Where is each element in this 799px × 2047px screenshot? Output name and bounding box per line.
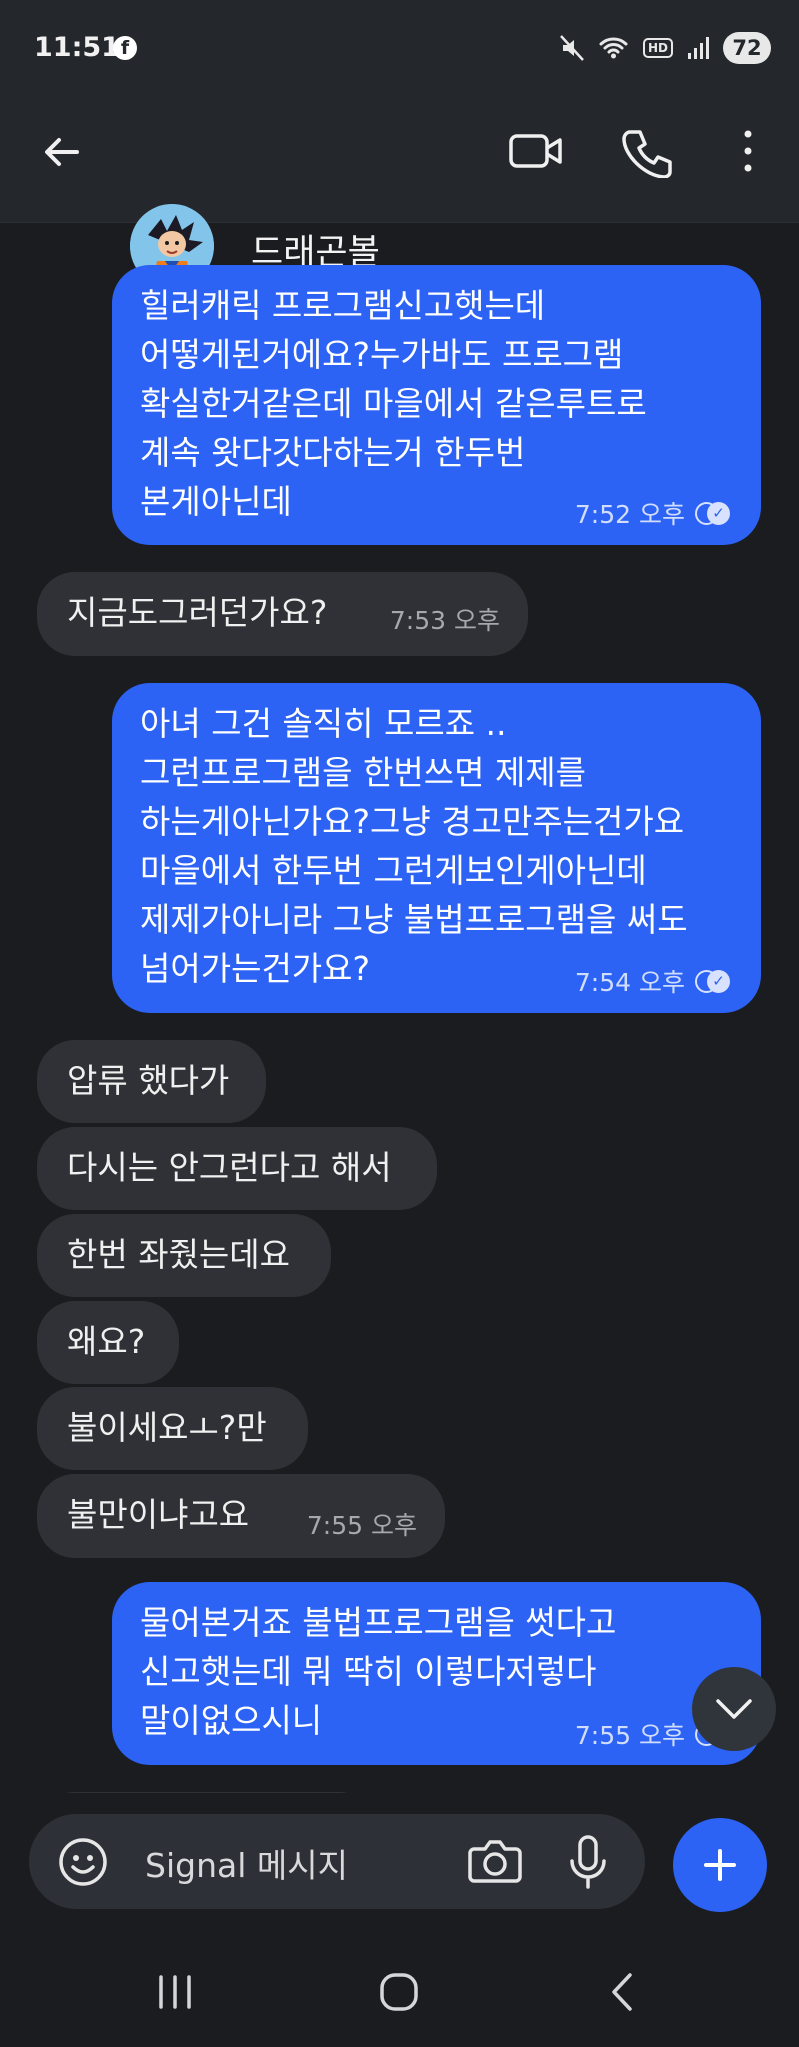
home-icon — [380, 1973, 418, 2011]
message-input[interactable]: Signal 메시지 — [29, 1814, 645, 1909]
back-button[interactable] — [592, 1962, 652, 2022]
message-text: 한번 좌줬는데요 — [67, 1235, 291, 1274]
message-text: 왜요? — [67, 1322, 146, 1361]
composer-bar: Signal 메시지 — [0, 1794, 799, 1928]
message-text: 아녀 그건 솔직히 모르죠 .. 그런프로그램을 한번쓰면 제제를 하는게아닌가… — [140, 704, 688, 988]
status-bar: 11:51 f HD 72 — [0, 0, 799, 96]
message-text: 지금도그러던가요? — [67, 593, 328, 632]
message-time: 7:52 오후 — [574, 500, 685, 529]
message-time: 7:53 오후 — [389, 606, 500, 635]
video-call-icon[interactable] — [508, 126, 564, 176]
message-text: 다시는 안그런다고 해서 — [67, 1148, 392, 1187]
chat-header: 드래곤볼 — [0, 96, 799, 288]
message-incoming[interactable]: 다시는 안그런다고 해서 — [37, 1127, 437, 1210]
message-text: 불이세요ㅗ?만 — [67, 1408, 267, 1447]
recent-apps-button[interactable] — [145, 1962, 205, 2022]
battery-icon: 72 — [723, 32, 771, 64]
more-vert-icon[interactable] — [737, 126, 759, 176]
signal-icon — [688, 37, 709, 59]
message-text: 압류 했다가 — [67, 1061, 230, 1100]
camera-icon[interactable] — [468, 1838, 522, 1884]
message-time: 7:54 오후 — [574, 968, 685, 997]
message-incoming[interactable]: 왜요? — [37, 1301, 179, 1384]
chevron-down-icon — [716, 1699, 752, 1719]
message-meta: 7:52 오후 ✓ — [575, 495, 733, 531]
message-incoming[interactable]: 한번 좌줬는데요 — [37, 1214, 331, 1297]
hd-voice-icon: HD — [642, 38, 673, 58]
delivered-check-icon: ✓ — [695, 501, 733, 525]
wifi-icon — [599, 37, 628, 59]
message-time: 7:55 오후 — [306, 1511, 417, 1540]
back-icon — [612, 1973, 632, 2011]
message-incoming[interactable]: 불이세요ㅗ?만 — [37, 1387, 308, 1470]
message-time: 7:55 오후 — [574, 1721, 685, 1750]
delivered-check-icon: ✓ — [695, 969, 733, 993]
composer-placeholder[interactable]: Signal 메시지 — [145, 1839, 348, 1887]
recent-apps-icon — [159, 1975, 191, 2009]
message-incoming[interactable]: 압류 했다가 — [37, 1040, 266, 1123]
message-incoming[interactable]: 불만이냐고요 7:55 오후 — [37, 1474, 445, 1558]
home-button[interactable] — [369, 1962, 429, 2022]
message-incoming-partial[interactable] — [37, 1792, 377, 1793]
mute-icon — [560, 35, 584, 61]
message-list[interactable]: 힐러캐릭 프로그램신고햇는데 어떻게된거에요?누가바도 프로그램 확실한거같은데… — [0, 223, 799, 1793]
message-outgoing[interactable]: 힐러캐릭 프로그램신고햇는데 어떻게된거에요?누가바도 프로그램 확실한거같은데… — [112, 265, 761, 545]
message-incoming[interactable]: 지금도그러던가요? 7:53 오후 — [37, 572, 528, 656]
microphone-icon[interactable] — [567, 1834, 609, 1890]
message-outgoing[interactable]: 아녀 그건 솔직히 모르죠 .. 그런프로그램을 한번쓰면 제제를 하는게아닌가… — [112, 683, 761, 1013]
status-icons: HD 72 — [560, 32, 771, 64]
message-text: 힐러캐릭 프로그램신고햇는데 어떻게된거에요?누가바도 프로그램 확실한거같은데… — [140, 286, 647, 521]
phone-call-icon[interactable] — [622, 126, 674, 178]
message-text: 불만이냐고요 — [67, 1495, 250, 1534]
message-meta: 7:54 오후 ✓ — [575, 963, 733, 999]
emoji-icon[interactable] — [57, 1836, 109, 1888]
status-time: 11:51 — [34, 32, 120, 63]
facebook-icon: f — [113, 36, 137, 60]
system-nav-bar — [0, 1928, 799, 2047]
message-text: 물어본거죠 불법프로그램을 썻다고 신고햇는데 뭐 딱히 이렇다저렇다 말이없으… — [140, 1603, 617, 1740]
scroll-to-bottom-button[interactable] — [692, 1667, 776, 1751]
attach-plus-button[interactable] — [673, 1818, 767, 1912]
message-meta: 7:55 오후 — [307, 1506, 417, 1542]
plus-icon — [704, 1849, 736, 1881]
back-arrow-icon[interactable] — [39, 129, 85, 175]
message-meta: 7:53 오후 — [390, 601, 500, 637]
message-outgoing[interactable]: 물어본거죠 불법프로그램을 썻다고 신고햇는데 뭐 딱히 이렇다저렇다 말이없으… — [112, 1582, 761, 1765]
